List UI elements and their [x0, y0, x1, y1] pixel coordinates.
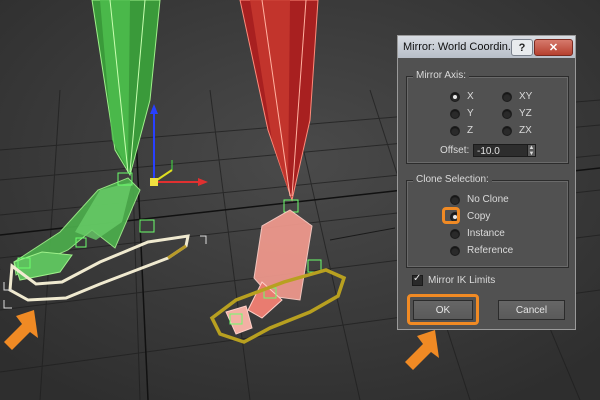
radio-indicator — [502, 91, 512, 102]
radio-indicator — [450, 125, 460, 136]
clone-label-no-clone: No Clone — [467, 194, 509, 205]
radio-indicator — [502, 125, 512, 136]
close-button[interactable]: ✕ — [534, 39, 573, 56]
clone-radio-instance[interactable]: Instance — [450, 228, 505, 239]
mirror-dialog: Mirror: World Coordin... ? ✕ Mirror Axis… — [397, 35, 576, 330]
radio-indicator — [450, 245, 460, 256]
clone-selection-title: Clone Selection: — [413, 174, 492, 185]
mirror-ik-limits-label: Mirror IK Limits — [428, 275, 496, 286]
axis-radio-yz[interactable]: YZ — [502, 108, 532, 119]
axis-label-zx: ZX — [519, 125, 532, 136]
dialog-title: Mirror: World Coordin... — [403, 41, 518, 53]
clone-label-copy: Copy — [467, 211, 491, 222]
clone-label-instance: Instance — [467, 228, 505, 239]
offset-label: Offset: — [440, 145, 470, 156]
axis-label-x: X — [467, 91, 474, 102]
clone-label-reference: Reference — [467, 245, 514, 256]
checkbox-box — [412, 273, 423, 286]
ok-highlight — [407, 294, 479, 325]
radio-indicator — [450, 194, 460, 205]
radio-indicator — [450, 108, 460, 119]
annotation-arrow-ok-icon — [405, 330, 439, 370]
clone-radio-reference[interactable]: Reference — [450, 245, 513, 256]
clone-radio-no-clone[interactable]: No Clone — [450, 194, 509, 205]
axis-radio-y[interactable]: Y — [450, 108, 474, 119]
axis-label-z: Z — [467, 125, 474, 136]
dialog-titlebar[interactable]: Mirror: World Coordin... ? ✕ — [398, 36, 575, 58]
radio-indicator — [450, 91, 460, 102]
offset-spinner-arrows-icon[interactable]: ▲ ▼ — [527, 144, 536, 157]
help-button[interactable]: ? — [511, 39, 533, 56]
axis-radio-xy[interactable]: XY — [502, 91, 532, 102]
axis-radio-x[interactable]: X — [450, 91, 474, 102]
radio-indicator — [502, 108, 512, 119]
radio-indicator — [450, 228, 460, 239]
cancel-button[interactable]: Cancel — [498, 300, 565, 320]
offset-spinner-input[interactable]: -10.0 — [473, 144, 528, 157]
mirror-ik-limits-checkbox[interactable]: Mirror IK Limits — [412, 273, 496, 286]
axis-label-yz: YZ — [519, 108, 532, 119]
axis-label-xy: XY — [519, 91, 533, 102]
annotation-arrow-viewport-icon — [4, 310, 38, 350]
mirror-axis-title: Mirror Axis: — [413, 70, 469, 81]
axis-radio-z[interactable]: Z — [450, 125, 473, 136]
axis-label-y: Y — [467, 108, 474, 119]
axis-radio-zx[interactable]: ZX — [502, 125, 532, 136]
copy-highlight — [442, 207, 460, 224]
